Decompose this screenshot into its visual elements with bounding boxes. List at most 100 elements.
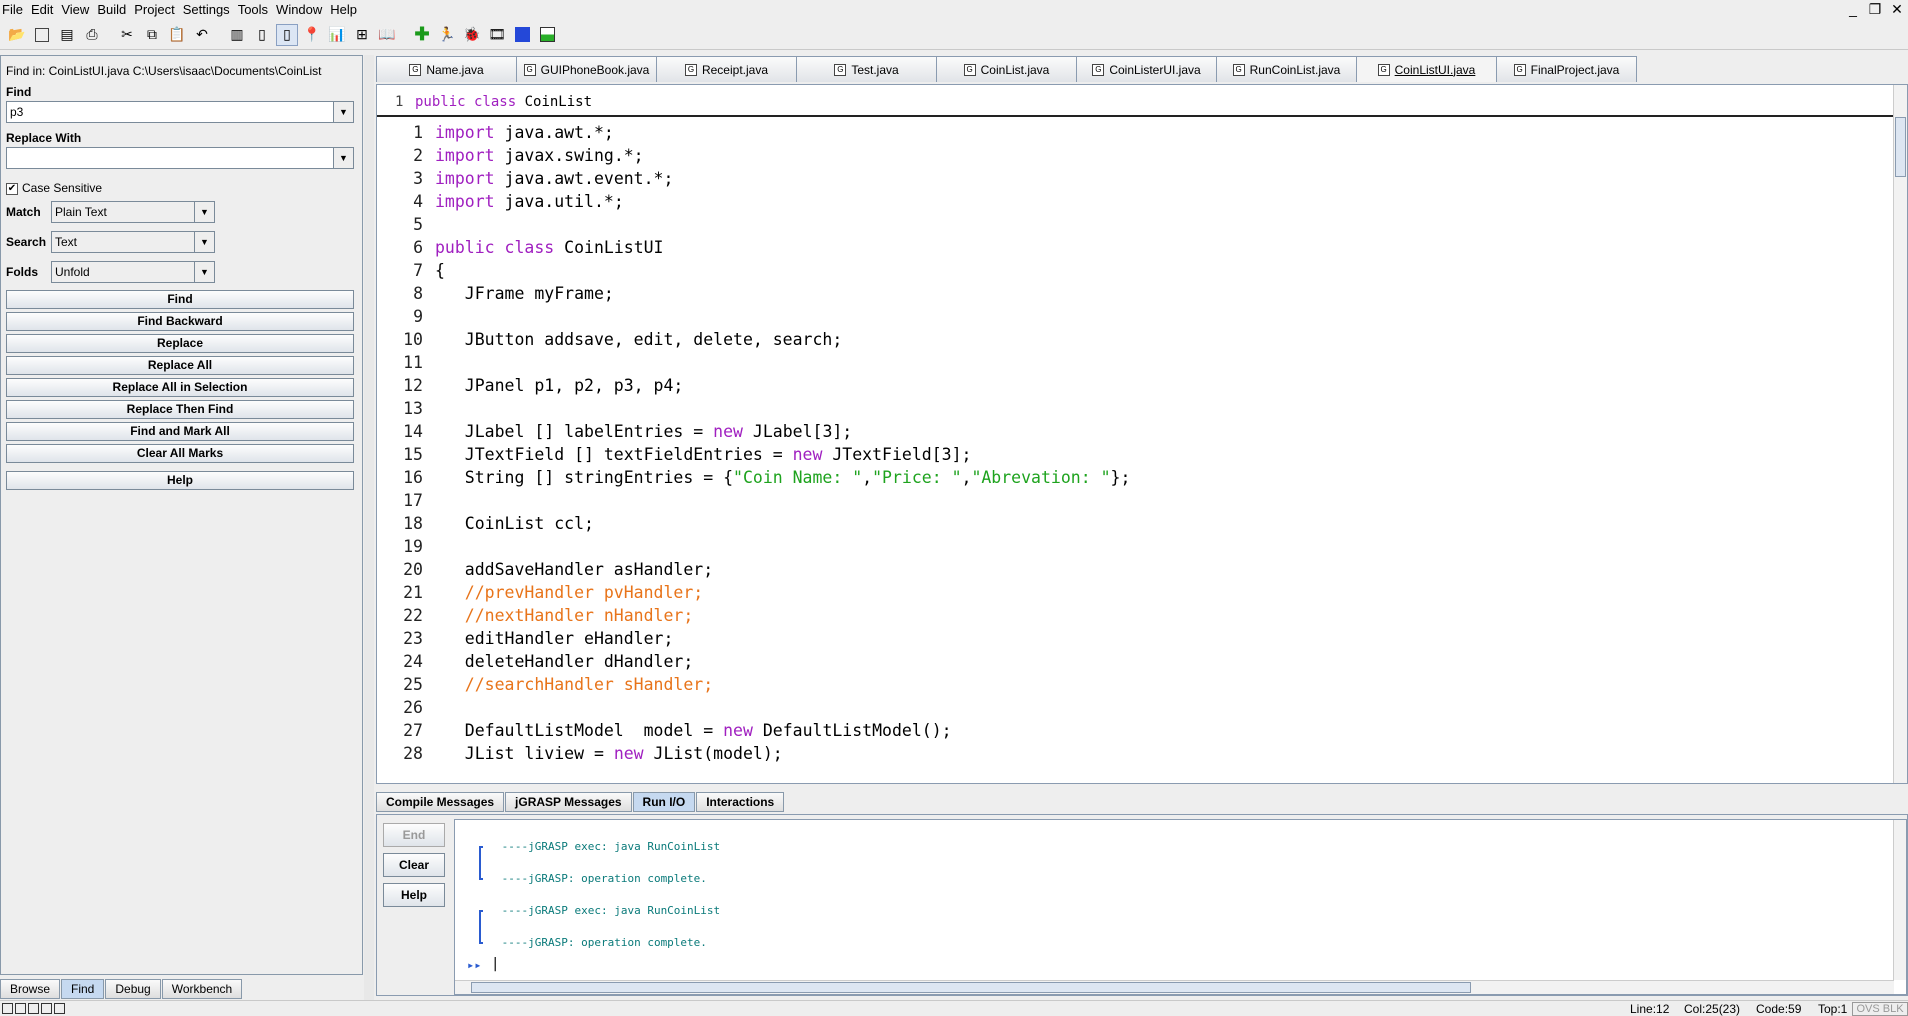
breakpoint-icon[interactable]: 📍 — [301, 24, 323, 46]
stop-icon[interactable] — [511, 24, 533, 46]
chevron-down-icon[interactable]: ▼ — [194, 232, 214, 252]
code-line[interactable]: 15 JTextField [] textFieldEntries = new … — [377, 445, 1877, 468]
match-select[interactable]: Plain Text ▼ — [51, 201, 215, 223]
menu-build[interactable]: Build — [93, 2, 130, 17]
layout-icon[interactable] — [41, 1003, 52, 1014]
compile-icon[interactable]: ✚ — [411, 24, 433, 46]
folds-select[interactable]: Unfold ▼ — [51, 261, 215, 283]
code-line[interactable]: 5 — [377, 215, 1877, 238]
layout-icon[interactable] — [2, 1003, 13, 1014]
code-line[interactable]: 21 //prevHandler pvHandler; — [377, 583, 1877, 606]
tab-coinlistui-java[interactable]: G CoinListUI.java — [1356, 56, 1497, 82]
replace-then-find-button[interactable]: Replace Then Find — [6, 400, 354, 419]
code-line[interactable]: 8 JFrame myFrame; — [377, 284, 1877, 307]
layout-icon[interactable] — [28, 1003, 39, 1014]
run-console[interactable]: ----jGRASP exec: java RunCoinList ----jG… — [454, 819, 1907, 995]
panel-splitter[interactable] — [364, 55, 374, 1000]
code-line[interactable]: 17 — [377, 491, 1877, 514]
find-backward-button[interactable]: Find Backward — [6, 312, 354, 331]
replace-all-in-selection-button[interactable]: Replace All in Selection — [6, 378, 354, 397]
chart-icon[interactable]: 📊 — [326, 24, 348, 46]
scroll-thumb[interactable] — [471, 982, 1471, 993]
find-combo[interactable]: p3 ▼ — [6, 101, 354, 123]
find-input[interactable]: p3 — [10, 105, 23, 119]
code-line[interactable]: 22 //nextHandler nHandler; — [377, 606, 1877, 629]
tab-workbench[interactable]: Workbench — [161, 979, 243, 999]
code-line[interactable]: 1 import java.awt.*; — [377, 123, 1877, 146]
code-line[interactable]: 10 JButton addsave, edit, delete, search… — [377, 330, 1877, 353]
layout-icon[interactable] — [54, 1003, 65, 1014]
restore-button[interactable]: ❐ — [1864, 0, 1886, 18]
run-help-button[interactable]: Help — [383, 883, 445, 907]
tab-find[interactable]: Find — [61, 979, 105, 999]
console-horizontal-scrollbar[interactable] — [455, 980, 1894, 994]
tab-compile-messages[interactable]: Compile Messages — [376, 792, 505, 812]
code-line[interactable]: 26 — [377, 698, 1877, 721]
scroll-thumb[interactable] — [1895, 117, 1906, 177]
chevron-down-icon[interactable]: ▼ — [333, 102, 353, 122]
code-line[interactable]: 3 import java.awt.event.*; — [377, 169, 1877, 192]
code-line[interactable]: 16 String [] stringEntries = {"Coin Name… — [377, 468, 1877, 491]
tab-jgrasp-messages[interactable]: jGRASP Messages — [505, 792, 632, 812]
remove-csd-icon[interactable]: ▯ — [251, 24, 273, 46]
menu-view[interactable]: View — [57, 2, 93, 17]
code-line[interactable]: 27 DefaultListModel model = new DefaultL… — [377, 721, 1877, 744]
chevron-down-icon[interactable]: ▼ — [333, 148, 353, 168]
open-folder-icon[interactable]: 📂 — [6, 24, 28, 46]
case-sensitive-row[interactable]: ✔ Case Sensitive — [6, 181, 102, 195]
code-line[interactable]: 14 JLabel [] labelEntries = new JLabel[3… — [377, 422, 1877, 445]
tab-runcoinlist-java[interactable]: G RunCoinList.java — [1216, 56, 1357, 82]
code-area[interactable]: 1 import java.awt.*; 2 import javax.swing.*… — [377, 121, 1895, 781]
code-line[interactable]: 9 — [377, 307, 1877, 330]
code-line[interactable]: 23 editHandler eHandler; — [377, 629, 1877, 652]
input-caret[interactable]: | — [491, 956, 499, 972]
code-line[interactable]: 4 import java.util.*; — [377, 192, 1877, 215]
save-icon[interactable] — [31, 24, 53, 46]
workbench-icon[interactable] — [536, 24, 558, 46]
tab-name-java[interactable]: G Name.java — [376, 56, 517, 82]
menu-settings[interactable]: Settings — [179, 2, 234, 17]
replace-combo[interactable]: ▼ — [6, 147, 354, 169]
tab-test-java[interactable]: G Test.java — [796, 56, 937, 82]
menu-edit[interactable]: Edit — [27, 2, 57, 17]
code-line[interactable]: 13 — [377, 399, 1877, 422]
menu-project[interactable]: Project — [130, 2, 178, 17]
minimize-button[interactable]: _ — [1842, 0, 1864, 18]
code-line[interactable]: 18 CoinList ccl; — [377, 514, 1877, 537]
save-all-icon[interactable]: ▤ — [56, 24, 78, 46]
code-line[interactable]: 24 deleteHandler dHandler; — [377, 652, 1877, 675]
code-line[interactable]: 25 //searchHandler sHandler; — [377, 675, 1877, 698]
code-line[interactable]: 12 JPanel p1, p2, p3, p4; — [377, 376, 1877, 399]
find-and-mark-all-button[interactable]: Find and Mark All — [6, 422, 354, 441]
code-line[interactable]: 19 — [377, 537, 1877, 560]
menu-window[interactable]: Window — [272, 2, 326, 17]
menu-file[interactable]: File — [0, 2, 27, 17]
run-applet-icon[interactable]: 🎞 — [486, 24, 508, 46]
menu-help[interactable]: Help — [326, 2, 361, 17]
line-numbers-icon[interactable]: ▯ — [276, 23, 298, 46]
layout-icon[interactable] — [15, 1003, 26, 1014]
copy-icon[interactable]: ⧉ — [141, 24, 163, 46]
generate-csd-icon[interactable]: ▥ — [226, 24, 248, 46]
tab-browse[interactable]: Browse — [0, 979, 61, 999]
book-icon[interactable]: 📖 — [376, 24, 398, 46]
clear-all-marks-button[interactable]: Clear All Marks — [6, 444, 354, 463]
uml-icon[interactable]: ⊞ — [351, 24, 373, 46]
tab-guiphonebook-java[interactable]: G GUIPhoneBook.java — [516, 56, 657, 82]
console-vertical-scrollbar[interactable] — [1893, 820, 1906, 980]
debug-icon[interactable]: 🐞 — [461, 24, 483, 46]
chevron-down-icon[interactable]: ▼ — [194, 262, 214, 282]
end-button[interactable]: End — [383, 823, 445, 847]
code-line[interactable]: 20 addSaveHandler asHandler; — [377, 560, 1877, 583]
code-line[interactable]: 2 import javax.swing.*; — [377, 146, 1877, 169]
tab-coinlisterui-java[interactable]: G CoinListerUI.java — [1076, 56, 1217, 82]
code-line[interactable]: 7{ — [377, 261, 1877, 284]
code-line[interactable]: 28 JList liview = new JList(model); — [377, 744, 1877, 767]
close-button[interactable]: ✕ — [1886, 0, 1908, 18]
code-editor[interactable]: 1 public class CoinList 1 import java.awt… — [376, 84, 1908, 784]
print-icon[interactable]: ⎙ — [81, 24, 103, 46]
search-select[interactable]: Text ▼ — [51, 231, 215, 253]
undo-icon[interactable]: ↶ — [191, 24, 213, 46]
clear-button[interactable]: Clear — [383, 853, 445, 877]
replace-all-button[interactable]: Replace All — [6, 356, 354, 375]
